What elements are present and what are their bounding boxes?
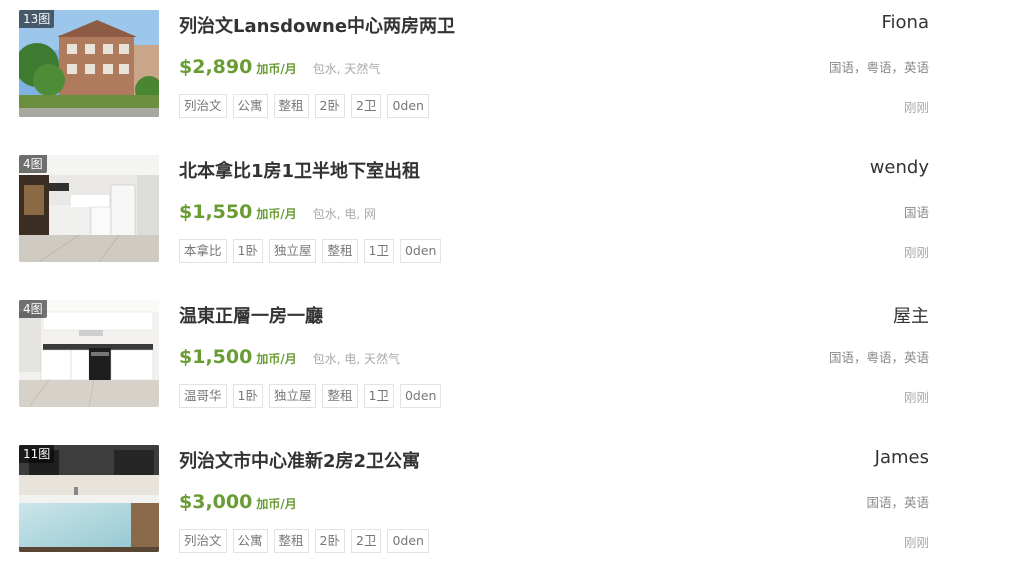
tag-property-type: 独立屋 <box>268 384 317 408</box>
tag-property-type: 公寓 <box>232 529 268 553</box>
owner-languages: 国语，粤语，英语 <box>828 350 929 365</box>
tag-bathrooms: 2卫 <box>351 94 382 118</box>
owner-languages: 国语 <box>903 205 929 220</box>
listing-item[interactable]: 4图 北本拿比1房1卫半地下室出租 $1,550 加币/月 包水, 电, 网 本拿比… <box>0 145 1024 265</box>
tag-bedrooms: 1卧 <box>232 384 263 408</box>
photo-count-badge: 4图 <box>19 300 47 318</box>
photo-count-badge: 4图 <box>19 155 47 173</box>
tag-den: 0den <box>399 239 442 263</box>
tag-city: 列治文 <box>179 529 227 553</box>
utilities-included: 包水, 天然气 <box>312 62 381 76</box>
listing-price: $2,890 <box>179 56 253 78</box>
listing-price: $3,000 <box>179 491 253 513</box>
price-unit: 加币/月 <box>256 62 297 76</box>
price-row: $1,550 加币/月 包水, 电, 网 <box>179 201 376 223</box>
tag-den: 0den <box>399 384 442 408</box>
utilities-included: 包水, 电, 天然气 <box>312 352 400 366</box>
posted-time: 刚刚 <box>903 535 929 550</box>
listing-title[interactable]: 北本拿比1房1卫半地下室出租 <box>179 157 420 183</box>
listing-title[interactable]: 列治文Lansdowne中心两房两卫 <box>179 12 455 38</box>
listing-photo[interactable]: 11图 <box>19 445 159 552</box>
tag-bathrooms: 1卫 <box>363 239 394 263</box>
posted-time: 刚刚 <box>903 100 929 115</box>
price-unit: 加币/月 <box>256 207 297 221</box>
owner-name: Fiona <box>881 12 930 33</box>
listing-price: $1,550 <box>179 201 253 223</box>
photo-count-badge: 13图 <box>19 10 55 28</box>
tag-city: 列治文 <box>179 94 227 118</box>
listing-item[interactable]: 4图 温東正層一房一廳 $1,500 加币/月 包水, 电, 天然气 温哥华 1卧 … <box>0 290 1024 410</box>
owner-name: wendy <box>869 157 929 178</box>
owner-name: 屋主 <box>893 306 929 327</box>
listing-item[interactable]: 11图 列治文市中心准新2房2卫公寓 $3,000 加币/月 列治文 公寓 整租 … <box>0 435 1024 555</box>
listing-title[interactable]: 列治文市中心准新2房2卫公寓 <box>179 447 420 473</box>
listing-tags: 列治文 公寓 整租 2卧 2卫 0den <box>179 94 429 118</box>
listing-title[interactable]: 温東正層一房一廳 <box>179 302 323 328</box>
tag-bedrooms: 2卧 <box>314 94 345 118</box>
tag-rental-type: 整租 <box>273 94 309 118</box>
listing-item[interactable]: 13图 列治文Lansdowne中心两房两卫 $2,890 加币/月 包水, 天然气… <box>0 0 1024 120</box>
listing-photo[interactable]: 4图 <box>19 300 159 407</box>
price-row: $3,000 加币/月 <box>179 491 297 513</box>
tag-bathrooms: 2卫 <box>351 529 382 553</box>
price-row: $1,500 加币/月 包水, 电, 天然气 <box>179 346 400 368</box>
tag-city: 温哥华 <box>179 384 227 408</box>
owner-name: James <box>874 447 929 468</box>
listing-photo[interactable]: 13图 <box>19 10 159 117</box>
listing-tags: 温哥华 1卧 独立屋 整租 1卫 0den <box>179 384 442 408</box>
tag-bathrooms: 1卫 <box>363 384 394 408</box>
listing-tags: 本拿比 1卧 独立屋 整租 1卫 0den <box>179 239 442 263</box>
price-row: $2,890 加币/月 包水, 天然气 <box>179 56 380 78</box>
photo-count-badge: 11图 <box>19 445 55 463</box>
tag-bedrooms: 1卧 <box>232 239 263 263</box>
tag-bedrooms: 2卧 <box>314 529 345 553</box>
posted-time: 刚刚 <box>903 245 929 260</box>
tag-city: 本拿比 <box>179 239 227 263</box>
listing-price: $1,500 <box>179 346 253 368</box>
tag-property-type: 独立屋 <box>268 239 317 263</box>
tag-rental-type: 整租 <box>273 529 309 553</box>
posted-time: 刚刚 <box>903 390 929 405</box>
listing-photo[interactable]: 4图 <box>19 155 159 262</box>
listing-tags: 列治文 公寓 整租 2卧 2卫 0den <box>179 529 429 553</box>
tag-den: 0den <box>387 94 429 118</box>
tag-den: 0den <box>387 529 429 553</box>
owner-languages: 国语，英语 <box>866 495 929 510</box>
tag-rental-type: 整租 <box>322 384 358 408</box>
tag-rental-type: 整租 <box>322 239 358 263</box>
price-unit: 加币/月 <box>256 497 297 511</box>
price-unit: 加币/月 <box>256 352 297 366</box>
owner-languages: 国语，粤语，英语 <box>828 60 929 75</box>
tag-property-type: 公寓 <box>232 94 268 118</box>
utilities-included: 包水, 电, 网 <box>312 207 376 221</box>
